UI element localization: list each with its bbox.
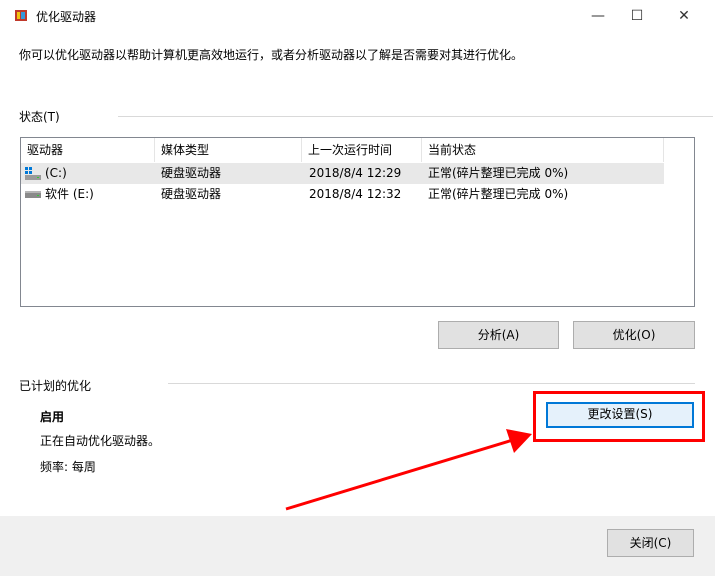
highlight-box — [533, 391, 705, 442]
current-status: 正常(碎片整理已完成 0%) — [428, 166, 569, 180]
defrag-app-icon — [15, 10, 27, 21]
status-divider — [118, 116, 713, 117]
media-type: 硬盘驱动器 — [161, 166, 222, 180]
column-header-drive[interactable]: 驱动器 — [21, 138, 155, 162]
scheduled-divider — [168, 383, 695, 384]
intro-text: 你可以优化驱动器以帮助计算机更高效地运行，或者分析驱动器以了解是否需要对其进行优… — [19, 48, 524, 62]
drive-row-c[interactable]: (C:) 硬盘驱动器 2018/8/4 12:29 正常(碎片整理已完成 0%) — [21, 163, 664, 184]
analyze-button[interactable]: 分析(A) — [438, 321, 559, 349]
media-type: 硬盘驱动器 — [161, 187, 222, 201]
optimize-button[interactable]: 优化(O) — [573, 321, 695, 349]
annotation-arrow — [285, 429, 532, 511]
last-run-time: 2018/8/4 12:29 — [309, 166, 402, 180]
drive-name: 软件 (E:) — [45, 187, 94, 201]
maximize-button[interactable]: ☐ — [614, 0, 660, 32]
column-header-current-status[interactable]: 当前状态 — [422, 138, 664, 162]
window-title: 优化驱动器 — [36, 10, 97, 24]
current-status: 正常(碎片整理已完成 0%) — [428, 187, 569, 201]
drive-row-e[interactable]: 软件 (E:) 硬盘驱动器 2018/8/4 12:32 正常(碎片整理已完成 … — [21, 184, 664, 205]
schedule-description: 正在自动优化驱动器。 — [40, 434, 161, 448]
drive-name: (C:) — [45, 166, 67, 180]
column-header-media-type[interactable]: 媒体类型 — [155, 138, 302, 162]
scheduled-label: 已计划的优化 — [19, 379, 92, 393]
hard-drive-icon — [25, 191, 41, 198]
drive-list[interactable]: 驱动器 媒体类型 上一次运行时间 当前状态 (C:) 硬盘驱动器 2018/8/… — [20, 137, 695, 307]
title-bar: 优化驱动器 — ☐ ✕ — [0, 0, 715, 32]
windows-drive-icon — [25, 167, 41, 180]
close-window-button[interactable]: ✕ — [661, 0, 707, 32]
column-header-last-run[interactable]: 上一次运行时间 — [302, 138, 422, 162]
schedule-frequency: 频率: 每周 — [40, 460, 96, 474]
schedule-enabled-label: 启用 — [40, 410, 65, 424]
close-button[interactable]: 关闭(C) — [607, 529, 694, 557]
last-run-time: 2018/8/4 12:32 — [309, 187, 402, 201]
status-label: 状态(T) — [19, 110, 60, 124]
